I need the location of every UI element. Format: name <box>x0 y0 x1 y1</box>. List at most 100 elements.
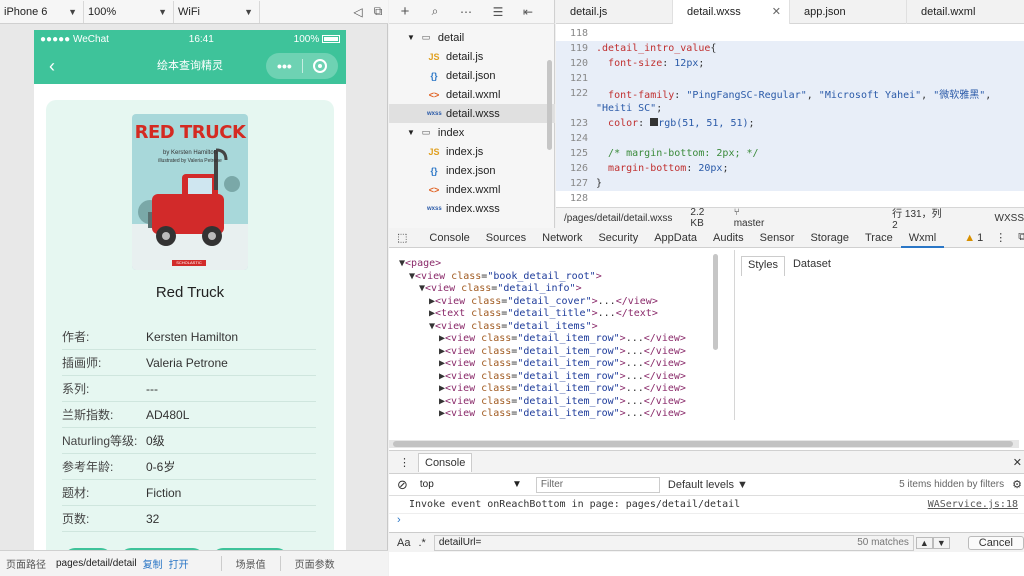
wxml-node[interactable]: ▼<view class="detail_info"> <box>419 283 582 296</box>
book-cover[interactable]: RED TRUCK by Kersten Hamilton illustrate… <box>132 114 248 270</box>
cancel-button[interactable]: Cancel <box>967 535 1024 550</box>
tree-file-selected[interactable]: wxss detail.wxss <box>389 104 555 123</box>
next-match-button[interactable]: ▼ <box>932 536 950 549</box>
close-circle-icon[interactable] <box>312 59 327 73</box>
code-line[interactable]: 126 margin-bottom: 20px; <box>556 161 1024 176</box>
code-line[interactable]: 128 <box>556 191 1024 206</box>
tab-appdata[interactable]: AppData <box>646 232 705 244</box>
search-input[interactable]: detailUrl= 50 matches <box>433 534 914 551</box>
code-line[interactable]: 125 /* margin-bottom: 2px; */ <box>556 146 1024 161</box>
wxml-node[interactable]: ▶<view class="detail_cover">...</view> <box>429 296 658 309</box>
wxml-node[interactable]: ▶<view class="detail_item_row">...</view… <box>439 358 686 371</box>
sort-icon[interactable]: ☰ <box>483 1 513 23</box>
tab-sources[interactable]: Sources <box>478 232 534 244</box>
console-source-link[interactable]: WAService.js:18 <box>928 499 1018 510</box>
inspect-element-icon[interactable]: ⬚ <box>389 231 421 244</box>
tree-scrollbar[interactable] <box>547 60 552 150</box>
wxml-node[interactable]: ▶<view class="detail_item_row">...</view… <box>439 346 686 359</box>
add-icon[interactable]: + <box>389 1 421 23</box>
wxml-node[interactable]: ▶<view class="detail_item_row">...</view… <box>439 333 686 346</box>
code-line[interactable]: 127} <box>556 176 1024 191</box>
wxml-file-icon: <> <box>428 89 440 100</box>
code-line[interactable]: 124 <box>556 131 1024 146</box>
close-icon[interactable]: ✕ <box>772 0 781 24</box>
tab-detail-js[interactable]: detail.js <box>556 0 673 24</box>
kebab-menu-icon[interactable]: ⋮ <box>995 231 1006 244</box>
tab-sensor[interactable]: Sensor <box>752 232 803 244</box>
tab-console[interactable]: Console <box>421 232 477 244</box>
code-line[interactable]: 119 .detail_intro_value{ <box>556 41 1024 56</box>
tree-folder-detail[interactable]: ▼ ▭ detail <box>389 28 555 47</box>
warning-icon[interactable]: ▲ <box>964 232 975 244</box>
horizontal-scrollbar[interactable] <box>389 440 1019 448</box>
prev-match-button[interactable]: ▲ <box>915 536 933 549</box>
detach-window-icon[interactable]: ⧉ <box>368 1 388 23</box>
close-icon[interactable]: ✕ <box>1013 456 1022 469</box>
wxml-node[interactable]: ▶<view class="detail_item_row">...</view… <box>439 408 686 421</box>
wxml-node[interactable]: ▶<view class="detail_item_row">...</view… <box>439 371 686 384</box>
cover-title: RED TRUCK <box>134 122 246 143</box>
code-line[interactable]: 120 font-size: 12px; <box>556 56 1024 71</box>
network-select[interactable]: WiFi ▼ <box>174 0 260 23</box>
wxml-node[interactable]: ▼<view class="book_detail_root"> <box>409 271 602 284</box>
tree-file[interactable]: <> index.wxml <box>389 180 555 199</box>
code-line[interactable]: 122 font-family: "PingFangSC-Regular", "… <box>556 86 1024 101</box>
tree-file[interactable]: JS index.js <box>389 142 555 161</box>
branch-indicator[interactable]: ⑂ master <box>734 207 772 229</box>
console-filter-input[interactable]: Filter <box>535 476 660 493</box>
wxml-node[interactable]: ▶<view class="detail_item_row">...</view… <box>439 383 686 396</box>
color-swatch[interactable] <box>650 118 659 126</box>
more-dots-icon[interactable]: ••• <box>277 58 292 74</box>
page-params-label[interactable]: 页面参数 <box>279 556 335 571</box>
warning-count[interactable]: 1 <box>977 232 983 244</box>
copy-link[interactable]: 复制 <box>143 556 163 571</box>
levels-select[interactable]: Default levels ▼ <box>668 479 748 491</box>
tree-file[interactable]: <> detail.wxml <box>389 85 555 104</box>
tab-trace[interactable]: Trace <box>857 232 901 244</box>
tab-styles[interactable]: Styles <box>741 256 785 276</box>
language-mode[interactable]: WXSS <box>995 213 1024 224</box>
code-line[interactable]: 118 <box>556 26 1024 41</box>
tab-dataset[interactable]: Dataset <box>787 256 837 276</box>
scene-label[interactable]: 场景值 <box>220 556 266 571</box>
zoom-select[interactable]: 100% ▼ <box>84 0 174 23</box>
match-case-toggle[interactable]: Aa <box>397 537 410 549</box>
tab-detail-wxss[interactable]: detail.wxss ✕ <box>673 0 790 24</box>
tab-audits[interactable]: Audits <box>705 232 752 244</box>
tree-file[interactable]: JS detail.js <box>389 47 555 66</box>
tree-folder-index[interactable]: ▼ ▭ index <box>389 123 555 142</box>
back-arrow-icon[interactable]: ‹ <box>40 52 64 80</box>
tab-wxml[interactable]: Wxml <box>900 228 945 248</box>
collapse-icon[interactable]: ⇤ <box>513 1 543 23</box>
wxml-node[interactable]: ▶<text class="detail_title">...</text> <box>429 308 658 321</box>
kebab-menu-icon[interactable]: ⋮ <box>399 456 410 469</box>
undock-icon[interactable]: ⧉ <box>1018 231 1024 244</box>
context-select[interactable]: top ▼ <box>416 477 526 493</box>
wxml-node[interactable]: ▼<view class="detail_items"> <box>429 321 598 334</box>
tab-storage[interactable]: Storage <box>802 232 857 244</box>
tab-security[interactable]: Security <box>590 232 646 244</box>
gear-icon[interactable]: ⚙ <box>1012 478 1022 491</box>
tree-file[interactable]: {} detail.json <box>389 66 555 85</box>
code-line[interactable]: "Heiti SC"; <box>556 101 1024 116</box>
wxml-scrollbar[interactable] <box>713 254 718 350</box>
device-select[interactable]: iPhone 6 ▼ <box>0 0 84 23</box>
more-icon[interactable]: ⋯ <box>449 1 483 23</box>
wxml-node[interactable]: ▶<view class="detail_item_row">...</view… <box>439 396 686 409</box>
tab-detail-wxml[interactable]: detail.wxml <box>907 0 1024 24</box>
tab-app-json[interactable]: app.json <box>790 0 907 24</box>
console-prompt-icon[interactable]: › <box>397 514 401 526</box>
tree-file[interactable]: wxss index.wxss <box>389 199 555 218</box>
console-tab[interactable]: Console <box>418 452 473 472</box>
clear-console-icon[interactable]: ⊘ <box>397 477 408 493</box>
tree-file[interactable]: {} index.json <box>389 161 555 180</box>
search-icon[interactable]: ⌕ <box>421 1 449 23</box>
scroll-thumb[interactable] <box>393 441 1013 447</box>
code-line[interactable]: 121 <box>556 71 1024 86</box>
open-link[interactable]: 打开 <box>169 556 189 571</box>
mute-icon[interactable]: ◁ <box>348 1 368 23</box>
tab-network[interactable]: Network <box>534 232 590 244</box>
regex-toggle[interactable]: .* <box>418 537 425 549</box>
code-line[interactable]: 123 color: rgb(51, 51, 51); <box>556 116 1024 131</box>
wxml-node[interactable]: ▼<page> <box>399 258 441 271</box>
